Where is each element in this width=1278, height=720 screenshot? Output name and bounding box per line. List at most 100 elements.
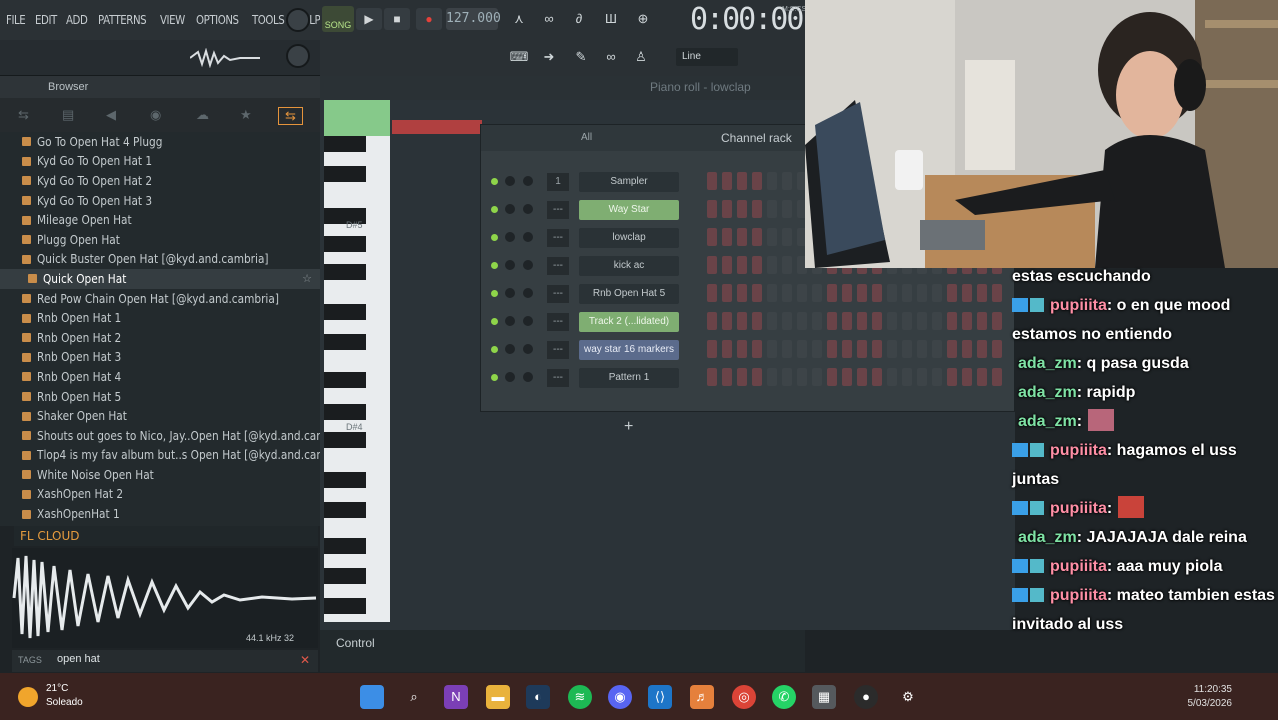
black-key[interactable] <box>324 372 366 388</box>
fl-cloud-section[interactable]: FL CLOUD <box>14 526 318 546</box>
step-button[interactable] <box>722 256 732 274</box>
discord-icon[interactable]: ◉ <box>608 685 632 709</box>
step-button[interactable] <box>707 200 717 218</box>
step-button[interactable] <box>902 340 912 358</box>
menu-edit[interactable]: EDIT <box>35 13 57 27</box>
steam-icon[interactable]: ◐ <box>526 685 550 709</box>
step-button[interactable] <box>947 340 957 358</box>
multilink-icon[interactable]: ⊕ <box>632 10 654 28</box>
channel-name-button[interactable]: kick ac <box>579 256 679 276</box>
add-channel-button[interactable]: + <box>624 418 633 436</box>
channel-mixer-track[interactable]: --- <box>547 257 569 275</box>
black-key[interactable] <box>324 432 366 448</box>
browser-item[interactable]: Plugg Open Hat <box>0 230 320 250</box>
step-button[interactable] <box>812 312 822 330</box>
snap-selector[interactable]: Line <box>676 48 738 66</box>
record-button[interactable]: ● <box>416 8 442 30</box>
step-button[interactable] <box>737 312 747 330</box>
channel-mute-led[interactable] <box>491 374 498 381</box>
step-button[interactable] <box>722 228 732 246</box>
channel-mixer-track[interactable]: --- <box>547 341 569 359</box>
channel-row[interactable]: --- Track 2 (...lidated) <box>487 311 1007 333</box>
channel-knob[interactable] <box>505 260 515 270</box>
channel-knob[interactable] <box>523 344 533 354</box>
step-button[interactable] <box>872 368 882 386</box>
black-key[interactable] <box>324 264 366 280</box>
step-button[interactable] <box>977 284 987 302</box>
step-button[interactable] <box>992 312 1002 330</box>
step-button[interactable] <box>812 284 822 302</box>
search-input[interactable]: open hat <box>57 653 100 665</box>
pin-icon[interactable]: ⇆ <box>18 107 29 123</box>
browser-item[interactable]: Shouts out goes to Nico, Jay..Open Hat [… <box>0 426 320 446</box>
step-button[interactable] <box>767 256 777 274</box>
step-button[interactable] <box>842 312 852 330</box>
main-pitch-knob[interactable] <box>286 44 310 68</box>
menu-add[interactable]: ADD <box>66 13 88 27</box>
step-button[interactable] <box>902 284 912 302</box>
step-button[interactable] <box>947 284 957 302</box>
browser-item[interactable]: Kyd Go To Open Hat 2 <box>0 171 320 191</box>
channel-row[interactable]: --- Rnb Open Hat 5 <box>487 283 1007 305</box>
browser-item[interactable]: Rnb Open Hat 3 <box>0 348 320 368</box>
clear-search-icon[interactable]: ✕ <box>300 653 310 667</box>
browser-item[interactable]: Rnb Open Hat 1 <box>0 308 320 328</box>
step-button[interactable] <box>962 340 972 358</box>
browser-item[interactable]: Go To Open Hat 4 Plugg <box>0 132 320 152</box>
link-icon[interactable]: ∞ <box>600 48 622 66</box>
step-button[interactable] <box>782 340 792 358</box>
spotify-icon[interactable]: ≋ <box>568 685 592 709</box>
step-button[interactable] <box>767 228 777 246</box>
pencil-icon[interactable]: ✎ <box>570 48 592 66</box>
favorite-star-icon[interactable]: ☆ <box>302 272 312 285</box>
menu-file[interactable]: FILE <box>6 13 26 27</box>
channel-mute-led[interactable] <box>491 290 498 297</box>
step-button[interactable] <box>827 368 837 386</box>
channel-mixer-track[interactable]: --- <box>547 285 569 303</box>
step-button[interactable] <box>752 312 762 330</box>
step-button[interactable] <box>722 200 732 218</box>
chat-username[interactable]: pupiiita <box>1050 442 1107 459</box>
chat-username[interactable]: pupiiita <box>1050 587 1107 604</box>
chat-username[interactable]: ada_zm <box>1018 413 1077 430</box>
black-key[interactable] <box>324 472 366 488</box>
black-key[interactable] <box>324 236 366 252</box>
step-button[interactable] <box>842 284 852 302</box>
chat-username[interactable]: pupiiita <box>1050 558 1107 575</box>
channel-mixer-track[interactable]: 1 <box>547 173 569 191</box>
chat-username[interactable]: ada_zm <box>1018 384 1077 401</box>
channel-knob[interactable] <box>523 176 533 186</box>
search-icon[interactable]: ⌕ <box>402 685 426 709</box>
step-button[interactable] <box>932 340 942 358</box>
step-button[interactable] <box>752 200 762 218</box>
brush-icon[interactable]: ♙ <box>630 48 652 66</box>
piano-keys[interactable] <box>324 136 390 622</box>
step-button[interactable] <box>857 340 867 358</box>
keyboard-icon[interactable]: ⌨ <box>508 48 530 66</box>
black-key[interactable] <box>324 598 366 614</box>
channel-knob[interactable] <box>505 232 515 242</box>
channel-mute-led[interactable] <box>491 318 498 325</box>
browser-item[interactable]: XashOpenHat 1 <box>0 504 320 524</box>
step-button[interactable] <box>782 228 792 246</box>
channel-mixer-track[interactable]: --- <box>547 229 569 247</box>
folder-icon[interactable]: ⇆ <box>278 107 303 125</box>
windows-start-icon[interactable] <box>360 685 384 709</box>
step-button[interactable] <box>752 228 762 246</box>
step-button[interactable] <box>722 284 732 302</box>
step-button[interactable] <box>812 340 822 358</box>
step-button[interactable] <box>752 368 762 386</box>
channel-filter[interactable]: All <box>581 132 592 143</box>
step-edit-icon[interactable]: ∂ <box>568 10 590 28</box>
step-button[interactable] <box>737 368 747 386</box>
step-button[interactable] <box>737 256 747 274</box>
black-key[interactable] <box>324 304 366 320</box>
plugin-icon[interactable]: ◀ <box>106 107 116 123</box>
step-button[interactable] <box>737 340 747 358</box>
step-button[interactable] <box>782 256 792 274</box>
star-icon[interactable]: ★ <box>240 107 252 123</box>
channel-mute-led[interactable] <box>491 234 498 241</box>
channel-name-button[interactable]: Way Star <box>579 200 679 220</box>
step-button[interactable] <box>842 368 852 386</box>
step-button[interactable] <box>722 172 732 190</box>
